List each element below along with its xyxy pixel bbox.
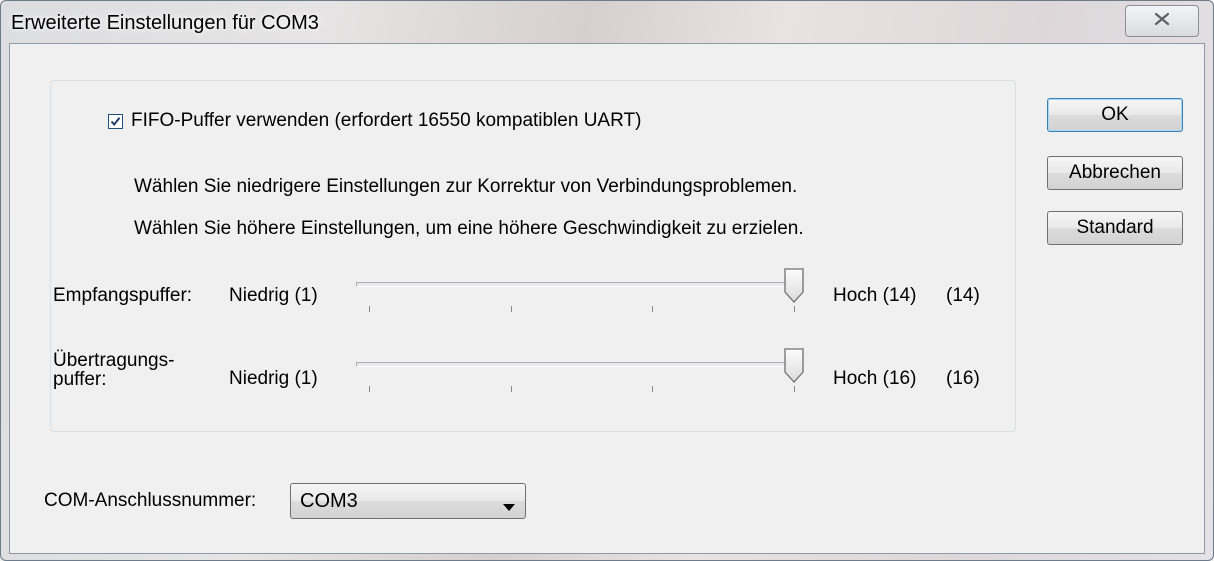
fifo-checkbox[interactable] [108, 113, 123, 129]
com-port-dropdown[interactable]: COM3 [290, 483, 526, 519]
fifo-checkbox-row[interactable]: FIFO-Puffer verwenden (erfordert 16550 k… [100, 106, 650, 136]
slider-tick [794, 386, 795, 392]
window-title: Erweiterte Einstellungen für COM3 [11, 12, 319, 34]
hint-lower-settings: Wählen Sie niedrigere Einstellungen zur … [134, 176, 798, 197]
receive-buffer-min-label: Niedrig (1) [229, 285, 318, 306]
slider-tick [511, 386, 512, 392]
slider-tick [369, 386, 370, 392]
transmit-buffer-label-line1: Übertragungs- [53, 350, 175, 371]
slider-tick [511, 306, 512, 312]
fifo-checkbox-label: FIFO-Puffer verwenden (erfordert 16550 k… [131, 110, 642, 131]
hint-higher-settings: Wählen Sie höhere Einstellungen, um eine… [134, 218, 804, 239]
receive-buffer-slider-thumb[interactable] [783, 268, 805, 304]
slider-tick [369, 306, 370, 312]
chevron-down-icon [503, 498, 515, 516]
cancel-button[interactable]: Abbrechen [1047, 156, 1183, 190]
slider-tick [652, 306, 653, 312]
close-button[interactable] [1125, 5, 1199, 37]
transmit-buffer-min-label: Niedrig (1) [229, 368, 318, 389]
slider-tick [652, 386, 653, 392]
transmit-buffer-slider-track[interactable] [356, 362, 804, 367]
transmit-buffer-label: Übertragungs- puffer: [53, 351, 174, 389]
default-settings-button[interactable]: Standard [1047, 211, 1183, 245]
slider-tick [794, 306, 795, 312]
checkmark-icon [110, 116, 121, 126]
receive-buffer-max-label: Hoch (14) [833, 285, 917, 306]
receive-buffer-slider-track[interactable] [356, 282, 804, 287]
transmit-buffer-current-value: (16) [946, 368, 980, 389]
transmit-buffer-max-label: Hoch (16) [833, 368, 917, 389]
receive-buffer-label: Empfangspuffer: [53, 285, 193, 306]
close-x-icon [1153, 12, 1171, 31]
com-port-label: COM-Anschlussnummer: [44, 490, 257, 511]
title-bar[interactable]: Erweiterte Einstellungen für COM3 [1, 1, 1213, 45]
receive-buffer-current-value: (14) [946, 285, 980, 306]
transmit-buffer-label-line2: puffer: [53, 369, 107, 390]
ok-button[interactable]: OK [1047, 98, 1183, 132]
transmit-buffer-slider-thumb[interactable] [783, 348, 805, 384]
com-port-selected-value: COM3 [300, 490, 358, 512]
